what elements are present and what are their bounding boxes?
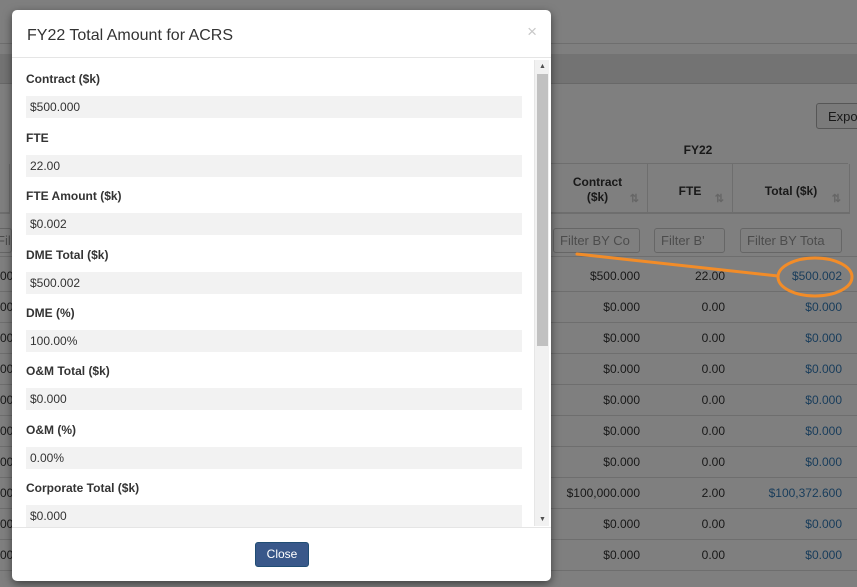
field-dme-total: DME Total ($k) $500.002 (26, 248, 522, 294)
amount-details-modal: FY22 Total Amount for ACRS × Contract ($… (12, 10, 551, 581)
field-om-percent: O&M (%) 0.00% (26, 423, 522, 469)
scroll-thumb[interactable] (537, 74, 548, 346)
field-label: Contract ($k) (26, 72, 101, 86)
field-value: $0.000 (26, 505, 522, 527)
field-label: DME Total ($k) (26, 248, 109, 262)
field-value: $0.000 (26, 388, 522, 410)
modal-title: FY22 Total Amount for ACRS (27, 27, 234, 44)
field-value: 22.00 (26, 155, 522, 177)
field-contract: Contract ($k) $500.000 (26, 72, 522, 118)
field-value: $500.000 (26, 96, 522, 118)
field-value: $500.002 (26, 272, 522, 294)
field-corporate-total: Corporate Total ($k) $0.000 (26, 481, 522, 527)
close-icon[interactable]: × (527, 22, 537, 42)
field-label: Corporate Total ($k) (26, 481, 140, 495)
modal-header: FY22 Total Amount for ACRS × (12, 10, 551, 58)
field-fte: FTE 22.00 (26, 131, 522, 177)
scroll-down-arrow-icon[interactable]: ▼ (535, 513, 550, 526)
field-dme-percent: DME (%) 100.00% (26, 306, 522, 352)
field-om-total: O&M Total ($k) $0.000 (26, 364, 522, 410)
field-label: FTE (26, 131, 49, 145)
modal-scrollbar[interactable]: ▲ ▼ (534, 60, 549, 526)
field-value: 0.00% (26, 447, 522, 469)
field-value: $0.002 (26, 213, 522, 235)
close-button[interactable]: Close (255, 542, 309, 567)
field-label: DME (%) (26, 306, 75, 320)
modal-footer: Close (12, 527, 551, 581)
field-label: O&M Total ($k) (26, 364, 110, 378)
scroll-up-arrow-icon[interactable]: ▲ (535, 60, 550, 73)
field-fte-amount: FTE Amount ($k) $0.002 (26, 189, 522, 235)
field-label: FTE Amount ($k) (26, 189, 122, 203)
modal-body[interactable]: Contract ($k) $500.000 FTE 22.00 FTE Amo… (12, 58, 551, 527)
field-value: 100.00% (26, 330, 522, 352)
field-label: O&M (%) (26, 423, 76, 437)
